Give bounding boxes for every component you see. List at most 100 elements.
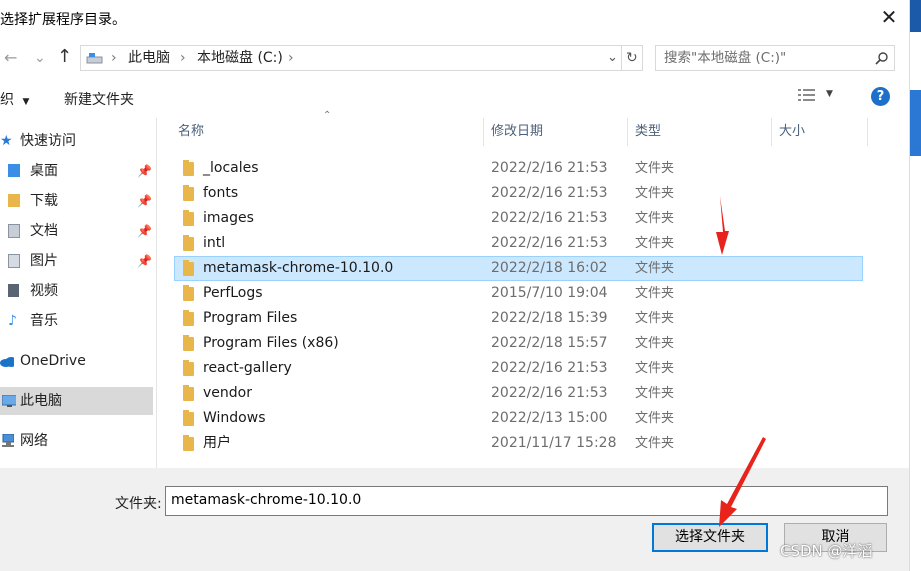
sidebar-item-label: OneDrive xyxy=(20,353,86,369)
sidebar-item-label: 音乐 xyxy=(30,313,58,329)
back-button[interactable]: ← xyxy=(4,48,17,68)
select-folder-button[interactable]: 选择文件夹 xyxy=(652,523,768,552)
watermark: CSDN @洋滔 xyxy=(780,542,873,560)
search-icon[interactable] xyxy=(875,52,888,65)
file-name: fonts xyxy=(203,185,239,201)
table-row[interactable]: Program Files 2022/2/18 15:39 文件夹 xyxy=(174,306,863,331)
videos-folder-icon xyxy=(8,284,19,297)
sidebar-item-network[interactable]: 网络 xyxy=(0,427,153,455)
close-button[interactable]: ✕ xyxy=(876,4,902,30)
file-type: 文件夹 xyxy=(635,436,675,451)
breadcrumb-local-disk[interactable]: 本地磁盘 (C:) xyxy=(197,46,283,70)
file-name: images xyxy=(203,210,254,226)
table-row[interactable]: react-gallery 2022/2/16 21:53 文件夹 xyxy=(174,356,863,381)
documents-folder-icon xyxy=(8,224,20,238)
table-row[interactable]: vendor 2022/2/16 21:53 文件夹 xyxy=(174,381,863,406)
file-name: 用户 xyxy=(203,435,231,451)
folder-name-value: metamask-chrome-10.10.0 xyxy=(171,492,362,508)
table-row[interactable]: images 2022/2/16 21:53 文件夹 xyxy=(174,206,863,231)
up-arrow-icon: ↑ xyxy=(57,46,73,67)
folder-field-label: 文件夹: xyxy=(115,496,162,512)
column-divider[interactable] xyxy=(867,118,868,146)
cloud-icon xyxy=(0,357,14,367)
file-name: Program Files xyxy=(203,310,298,326)
pin-icon[interactable]: 📌 xyxy=(137,217,152,245)
folder-icon xyxy=(183,335,194,351)
column-header-date[interactable]: 修改日期 xyxy=(491,118,543,146)
new-folder-button[interactable]: 新建文件夹 xyxy=(64,89,134,109)
column-divider[interactable] xyxy=(483,118,484,146)
file-name: PerfLogs xyxy=(203,285,263,301)
file-name: Windows xyxy=(203,410,266,426)
up-button[interactable]: ↑ xyxy=(57,47,72,67)
folder-icon xyxy=(183,235,194,251)
file-type: 文件夹 xyxy=(635,361,675,376)
sidebar-item-videos[interactable]: 视频 xyxy=(0,277,153,305)
view-dropdown-icon[interactable]: ▼ xyxy=(826,89,833,99)
refresh-icon[interactable]: ↻ xyxy=(626,46,638,70)
sort-ascending-icon: ⌃ xyxy=(323,110,332,121)
background-title-accent xyxy=(910,0,921,32)
table-row[interactable]: PerfLogs 2015/7/10 19:04 文件夹 xyxy=(174,281,863,306)
sidebar-item-label: 文档 xyxy=(30,223,58,239)
file-type: 文件夹 xyxy=(635,211,675,226)
pin-icon[interactable]: 📌 xyxy=(137,157,152,185)
view-options-icon[interactable] xyxy=(798,88,815,103)
table-row-selected[interactable]: metamask-chrome-10.10.0 2022/2/18 16:02 文件… xyxy=(174,256,863,281)
column-header-size[interactable]: 大小 xyxy=(779,118,805,146)
folder-icon xyxy=(183,435,194,451)
file-date: 2022/2/16 21:53 xyxy=(491,185,608,201)
address-bar[interactable]: › 此电脑 › 本地磁盘 (C:) › ⌄ ↻ xyxy=(80,45,643,71)
file-date: 2022/2/18 16:02 xyxy=(491,260,608,276)
file-date: 2022/2/16 21:53 xyxy=(491,235,608,251)
download-folder-icon xyxy=(8,194,20,207)
file-name: Program Files (x86) xyxy=(203,335,339,351)
sidebar-item-desktop[interactable]: 桌面 📌 xyxy=(0,157,153,185)
pane-divider[interactable] xyxy=(156,118,157,468)
desktop-folder-icon xyxy=(8,164,20,177)
sidebar-item-downloads[interactable]: 下载 📌 xyxy=(0,187,153,215)
table-row[interactable]: intl 2022/2/16 21:53 文件夹 xyxy=(174,231,863,256)
pin-icon[interactable]: 📌 xyxy=(137,247,152,275)
recent-locations-button[interactable]: ⌄ xyxy=(34,48,46,68)
breadcrumb-separator-icon: › xyxy=(288,50,294,66)
table-row[interactable]: Program Files (x86) 2022/2/18 15:57 文件夹 xyxy=(174,331,863,356)
background-accent-block xyxy=(910,90,921,156)
search-box[interactable]: 搜索"本地磁盘 (C:)" xyxy=(655,45,895,71)
table-row[interactable]: _locales 2022/2/16 21:53 文件夹 xyxy=(174,156,863,181)
breadcrumb-this-pc[interactable]: 此电脑 xyxy=(128,46,170,70)
address-dropdown-icon[interactable]: ⌄ xyxy=(607,46,618,70)
table-row[interactable]: Windows 2022/2/13 15:00 文件夹 xyxy=(174,406,863,431)
sidebar-item-documents[interactable]: 文档 📌 xyxy=(0,217,153,245)
folder-icon xyxy=(183,260,194,276)
sidebar-item-this-pc[interactable]: 此电脑 xyxy=(0,387,153,415)
navigation-pane: ★ 快速访问 桌面 📌 下载 📌 文档 📌 图片 📌 视频 ♪ 音乐 OneDr… xyxy=(0,118,156,468)
sidebar-item-quick-access[interactable]: ★ 快速访问 xyxy=(0,127,153,155)
table-row[interactable]: 用户 2021/11/17 15:28 文件夹 xyxy=(174,431,863,456)
column-header-type[interactable]: 类型 xyxy=(635,118,661,146)
file-date: 2022/2/16 21:53 xyxy=(491,385,608,401)
help-icon[interactable]: ? xyxy=(871,87,890,106)
drive-icon xyxy=(86,53,103,64)
folder-name-input[interactable]: metamask-chrome-10.10.0 xyxy=(165,486,888,516)
column-divider[interactable] xyxy=(627,118,628,146)
organize-menu[interactable]: 织 ▼ xyxy=(0,89,29,109)
sidebar-item-onedrive[interactable]: OneDrive xyxy=(0,347,153,375)
chevron-down-icon: ⌄ xyxy=(34,50,46,66)
file-type: 文件夹 xyxy=(635,311,675,326)
dialog-title: 选择扩展程序目录。 xyxy=(0,12,126,28)
sidebar-item-pictures[interactable]: 图片 📌 xyxy=(0,247,153,275)
network-icon xyxy=(2,434,14,447)
column-divider[interactable] xyxy=(771,118,772,146)
file-date: 2022/2/13 15:00 xyxy=(491,410,608,426)
column-header-name[interactable]: 名称 xyxy=(178,118,204,146)
file-type: 文件夹 xyxy=(635,286,675,301)
file-type: 文件夹 xyxy=(635,186,675,201)
file-name: intl xyxy=(203,235,226,251)
table-row[interactable]: fonts 2022/2/16 21:53 文件夹 xyxy=(174,181,863,206)
sidebar-item-music[interactable]: ♪ 音乐 xyxy=(0,307,153,335)
file-date: 2022/2/16 21:53 xyxy=(491,360,608,376)
folder-icon xyxy=(183,210,194,226)
pin-icon[interactable]: 📌 xyxy=(137,187,152,215)
computer-icon xyxy=(2,395,16,407)
